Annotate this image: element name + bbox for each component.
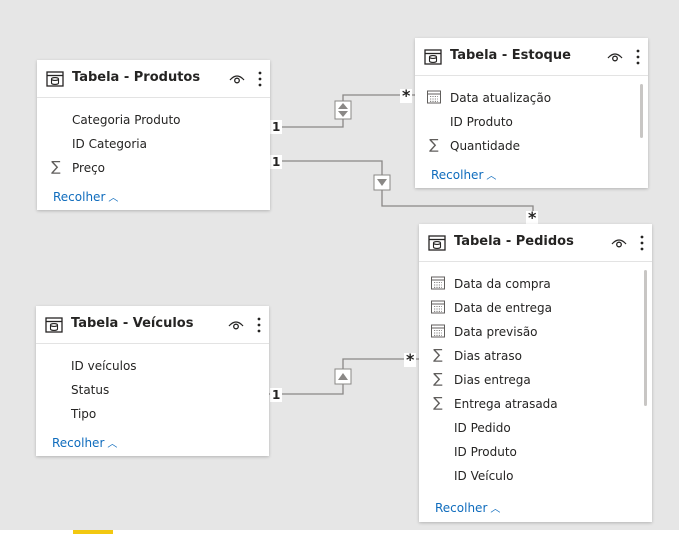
field-row[interactable]: ∑ Entrega atrasada	[431, 392, 642, 416]
field-row[interactable]: ID Categoria	[49, 132, 260, 156]
field-label: Data atualização	[450, 91, 552, 105]
field-row[interactable]: ∑ Preço	[49, 156, 260, 180]
field-row[interactable]: Data previsão	[431, 320, 642, 344]
table-card-estoque[interactable]: Tabela - Estoque Data atualização ID Pro…	[415, 38, 648, 188]
field-label: ID Produto	[450, 115, 513, 129]
sigma-icon: ∑	[433, 347, 443, 363]
table-title: Tabela - Pedidos	[454, 234, 574, 249]
table-title: Tabela - Veículos	[71, 316, 194, 331]
eye-icon[interactable]	[611, 237, 627, 249]
table-icon	[46, 71, 64, 87]
cardinality-many-pedidos-top: *	[526, 208, 539, 227]
table-title: Tabela - Estoque	[450, 48, 571, 63]
sigma-icon: ∑	[433, 371, 443, 387]
scrollbar[interactable]	[644, 270, 647, 406]
bidirectional-filter-icon	[334, 100, 352, 120]
cardinality-one-produtos-pedidos: 1	[270, 155, 283, 169]
sigma-icon: ∑	[51, 159, 61, 175]
field-row[interactable]: ID Produto	[427, 110, 638, 134]
field-label: ID veículos	[71, 359, 137, 373]
field-label: Tipo	[71, 407, 97, 421]
cardinality-one-produtos-estoque: 1	[270, 120, 283, 134]
field-label: Data previsão	[454, 325, 538, 339]
cardinality-many-pedidos-left: *	[404, 350, 417, 369]
field-label: Status	[71, 383, 110, 397]
scrollbar[interactable]	[640, 84, 643, 138]
collapse-label: Recolher	[53, 190, 106, 204]
sigma-icon: ∑	[433, 395, 443, 411]
field-label: ID Categoria	[72, 137, 147, 151]
collapse-link[interactable]: Recolher ︿	[52, 435, 117, 450]
calendar-icon	[431, 300, 445, 314]
table-card-pedidos[interactable]: Tabela - Pedidos Data da compra Data de …	[419, 224, 652, 522]
more-options-icon[interactable]	[639, 234, 645, 252]
field-label: ID Produto	[454, 445, 517, 459]
field-row[interactable]: ∑ Quantidade	[427, 134, 638, 158]
table-card-veiculos[interactable]: Tabela - Veículos ID veículos Status Tip…	[36, 306, 269, 456]
field-label: Dias entrega	[454, 373, 531, 387]
calendar-icon	[427, 90, 441, 104]
table-card-produtos[interactable]: Tabela - Produtos Categoria Produto ID C…	[37, 60, 270, 210]
sigma-icon: ∑	[429, 137, 439, 153]
filter-direction-up-icon	[334, 368, 352, 385]
table-card-header[interactable]: Tabela - Pedidos	[419, 224, 652, 262]
field-row[interactable]: ID Veículo	[431, 464, 642, 488]
field-row[interactable]: Data da compra	[431, 272, 642, 296]
cardinality-many-estoque: *	[400, 86, 413, 105]
calendar-icon	[431, 324, 445, 338]
table-title: Tabela - Produtos	[72, 70, 201, 85]
field-row[interactable]: ID Produto	[431, 440, 642, 464]
collapse-link[interactable]: Recolher ︿	[435, 500, 500, 515]
collapse-label: Recolher	[435, 501, 488, 515]
table-card-header[interactable]: Tabela - Veículos	[36, 306, 269, 344]
field-label: Preço	[72, 161, 106, 175]
field-row[interactable]: ∑ Dias entrega	[431, 368, 642, 392]
field-label: Dias atraso	[454, 349, 522, 363]
table-card-header[interactable]: Tabela - Estoque	[415, 38, 648, 76]
chevron-up-icon: ︿	[107, 439, 118, 450]
field-row[interactable]: ID Pedido	[431, 416, 642, 440]
field-label: Data de entrega	[454, 301, 552, 315]
collapse-link[interactable]: Recolher ︿	[53, 189, 118, 204]
more-options-icon[interactable]	[256, 316, 262, 334]
field-row[interactable]: Tipo	[48, 402, 259, 426]
more-options-icon[interactable]	[635, 48, 641, 66]
collapse-link[interactable]: Recolher ︿	[431, 167, 496, 182]
collapse-label: Recolher	[431, 168, 484, 182]
chevron-up-icon: ︿	[108, 193, 119, 204]
filter-direction-down-icon	[373, 174, 391, 191]
table-card-header[interactable]: Tabela - Produtos	[37, 60, 270, 98]
field-row[interactable]: Categoria Produto	[49, 108, 260, 132]
chevron-up-icon: ︿	[490, 504, 501, 515]
cardinality-one-veiculos-pedidos: 1	[270, 388, 283, 402]
chevron-up-icon: ︿	[486, 171, 497, 182]
field-label: ID Veículo	[454, 469, 514, 483]
field-row[interactable]: ID veículos	[48, 354, 259, 378]
field-row[interactable]: Status	[48, 378, 259, 402]
field-label: Categoria Produto	[72, 113, 181, 127]
field-label: Entrega atrasada	[454, 397, 558, 411]
field-row[interactable]: ∑ Dias atraso	[431, 344, 642, 368]
eye-icon[interactable]	[607, 51, 623, 63]
field-label: ID Pedido	[454, 421, 511, 435]
field-row[interactable]: Data de entrega	[431, 296, 642, 320]
field-row[interactable]: Data atualização	[427, 86, 638, 110]
field-label: Quantidade	[450, 139, 521, 153]
calendar-icon	[431, 276, 445, 290]
collapse-label: Recolher	[52, 436, 105, 450]
more-options-icon[interactable]	[257, 70, 263, 88]
field-label: Data da compra	[454, 277, 551, 291]
table-icon	[428, 235, 446, 251]
eye-icon[interactable]	[229, 73, 245, 85]
eye-icon[interactable]	[228, 319, 244, 331]
table-icon	[45, 317, 63, 333]
table-icon	[424, 49, 442, 65]
